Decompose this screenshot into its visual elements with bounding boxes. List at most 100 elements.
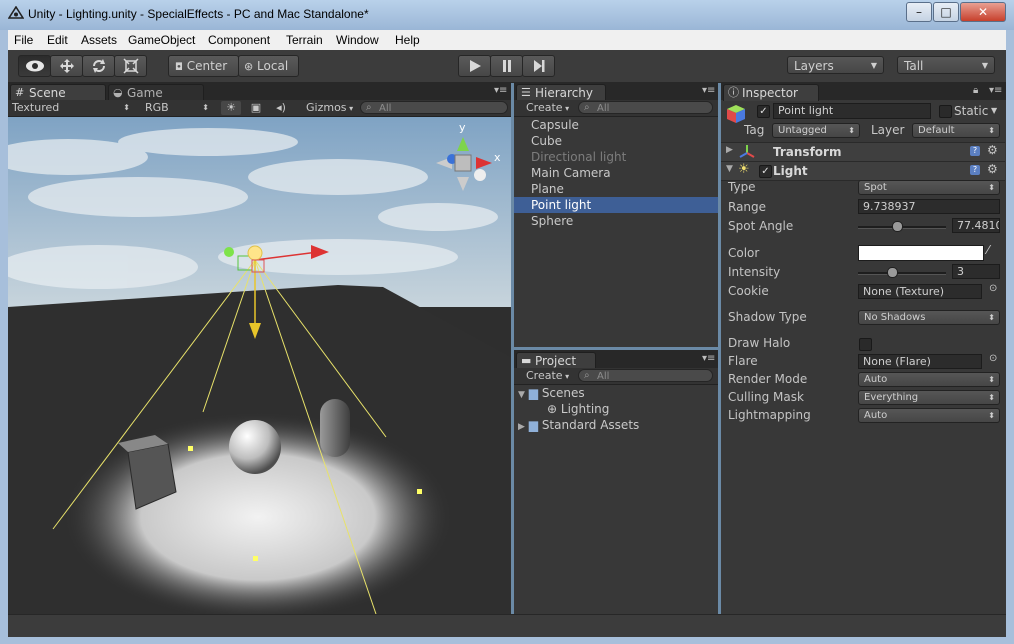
intensity-label: Intensity [728,265,781,279]
help-book-icon[interactable]: ? [970,146,980,156]
panel-menu-icon[interactable]: ▾≡ [702,353,715,364]
object-active-checkbox[interactable]: ✓ [757,105,770,118]
help-book-icon[interactable]: ? [970,165,980,175]
z-axis-handle-icon[interactable] [224,247,234,257]
scene-viewport[interactable]: y x [8,117,511,614]
pivot-local-button[interactable]: ⊛ Local [238,55,299,77]
intensity-slider-thumb[interactable] [887,267,898,278]
tag-dropdown[interactable]: Untagged ⬍ [772,123,860,138]
color-swatch[interactable] [858,245,984,261]
window-titlebar[interactable]: Unity - Lighting.unity - SpecialEffects … [0,0,1014,30]
layout-dropdown[interactable]: Tall ▼ [897,56,995,74]
layers-dropdown[interactable]: Layers ▼ [787,56,884,74]
project-folder-standard-assets[interactable]: ▶ ▆ Standard Assets [514,417,718,433]
render-mode-dropdown[interactable]: Textured ⬍ [12,101,130,115]
scene-overlay-toggle[interactable]: ▣ [246,101,266,115]
dropdown-arrows-icon: ⬍ [202,103,209,112]
panel-menu-icon[interactable]: ▾≡ [702,85,715,96]
tab-hierarchy[interactable]: ☰ Hierarchy [516,84,606,101]
light-component-header[interactable]: ▼ ☀ ✓ Light ? ⚙ [721,161,1005,181]
static-checkbox[interactable] [939,105,952,118]
static-dropdown-arrow-icon[interactable]: ▼ [991,106,997,115]
view-tool-button[interactable] [18,55,51,77]
object-name-field[interactable]: Point light [773,103,931,119]
pivot-icon: ◘ [175,62,183,73]
type-dropdown[interactable]: Spot ⬍ [858,180,1000,195]
menu-gameobject[interactable]: GameObject [128,33,195,47]
intensity-field[interactable]: 3 [952,264,1000,279]
gizmos-dropdown[interactable]: Gizmos ▾ [306,101,356,115]
menu-assets[interactable]: Assets [81,33,117,47]
collapsed-triangle-icon[interactable]: ▶ [518,422,525,432]
hierarchy-create-dropdown[interactable]: Create ▾ [526,101,576,115]
lock-icon[interactable]: 🔒︎ [973,85,978,96]
hierarchy-search-input[interactable]: ⌕ All [578,101,713,114]
layer-dropdown[interactable]: Default ⬍ [912,123,1000,138]
flare-field[interactable]: None (Flare) [858,354,982,369]
menu-edit[interactable]: Edit [47,33,68,47]
spot-angle-field[interactable]: 77.4810 [952,218,1000,233]
project-item-lighting[interactable]: ⊕ Lighting [514,401,718,417]
shadow-type-dropdown[interactable]: No Shadows ⬍ [858,310,1000,325]
menu-help[interactable]: Help [395,33,420,47]
culling-mask-dropdown[interactable]: Everything ⬍ [858,390,1000,405]
scene-search-input[interactable]: ⌕ All [360,101,508,114]
eyedropper-icon[interactable]: ⁄ [987,243,989,257]
object-picker-icon[interactable]: ⊙ [989,283,997,294]
tab-game[interactable]: ◒ Game [108,84,204,101]
scene-panel: # Scene ◒ Game ▾≡ Textured ⬍ RGB ⬍ ☀ ▣ ◂) … [8,82,511,614]
sphere-object [229,420,281,474]
spot-angle-slider-thumb[interactable] [892,221,903,232]
hierarchy-item[interactable]: Directional light [514,149,718,165]
rotate-tool-button[interactable] [82,55,115,77]
light-enabled-checkbox[interactable]: ✓ [759,165,772,178]
project-create-dropdown[interactable]: Create ▾ [526,369,576,383]
play-button[interactable] [458,55,491,77]
panel-menu-icon[interactable]: ▾≡ [989,85,1002,96]
range-field[interactable]: 9.738937 [858,199,1000,214]
settings-gear-icon[interactable]: ⚙ [987,143,998,157]
lightmapping-dropdown[interactable]: Auto ⬍ [858,408,1000,423]
hierarchy-item[interactable]: Cube [514,133,718,149]
render-mode-dropdown[interactable]: Auto ⬍ [858,372,1000,387]
folder-icon: ▬ [521,354,532,367]
intensity-slider-track[interactable] [858,272,946,275]
menu-window[interactable]: Window [336,33,379,47]
settings-gear-icon[interactable]: ⚙ [987,162,998,176]
pivot-center-button[interactable]: ◘ Center [168,55,239,77]
color-mode-dropdown[interactable]: RGB ⬍ [145,101,209,115]
tab-project[interactable]: ▬ Project [516,352,596,369]
static-label: Static [954,104,989,118]
hierarchy-item-selected[interactable]: Point light [514,197,718,213]
transform-component-header[interactable]: ▶ Transform ? ⚙ [721,142,1005,162]
scale-tool-button[interactable] [114,55,147,77]
scene-audio-toggle[interactable]: ◂) [271,101,291,115]
hierarchy-item[interactable]: Capsule [514,117,718,133]
collapsed-triangle-icon[interactable]: ▶ [726,145,733,155]
project-search-input[interactable]: ⌕ All [578,369,713,382]
object-picker-icon[interactable]: ⊙ [989,353,997,364]
panel-menu-icon[interactable]: ▾≡ [494,85,507,96]
menu-component[interactable]: Component [208,33,270,47]
step-button[interactable] [522,55,555,77]
hierarchy-item[interactable]: Plane [514,181,718,197]
cookie-label: Cookie [728,284,769,298]
project-folder-scenes[interactable]: ▼ ▆ Scenes [514,385,718,401]
hierarchy-item[interactable]: Main Camera [514,165,718,181]
tab-inspector[interactable]: ⓘ Inspector [723,84,819,101]
tab-scene[interactable]: # Scene [10,84,106,101]
expanded-triangle-icon[interactable]: ▼ [726,164,733,174]
maximize-button[interactable]: □ [933,2,959,22]
close-button[interactable]: ✕ [960,2,1006,22]
expanded-triangle-icon[interactable]: ▼ [518,390,525,400]
pause-icon [502,60,511,72]
menu-file[interactable]: File [14,33,33,47]
draw-halo-checkbox[interactable] [859,338,872,351]
move-tool-button[interactable] [50,55,83,77]
minimize-button[interactable]: – [906,2,932,22]
hierarchy-item[interactable]: Sphere [514,213,718,229]
menu-terrain[interactable]: Terrain [286,33,323,47]
pause-button[interactable] [490,55,523,77]
cookie-field[interactable]: None (Texture) [858,284,982,299]
scene-lighting-toggle[interactable]: ☀ [221,101,241,115]
